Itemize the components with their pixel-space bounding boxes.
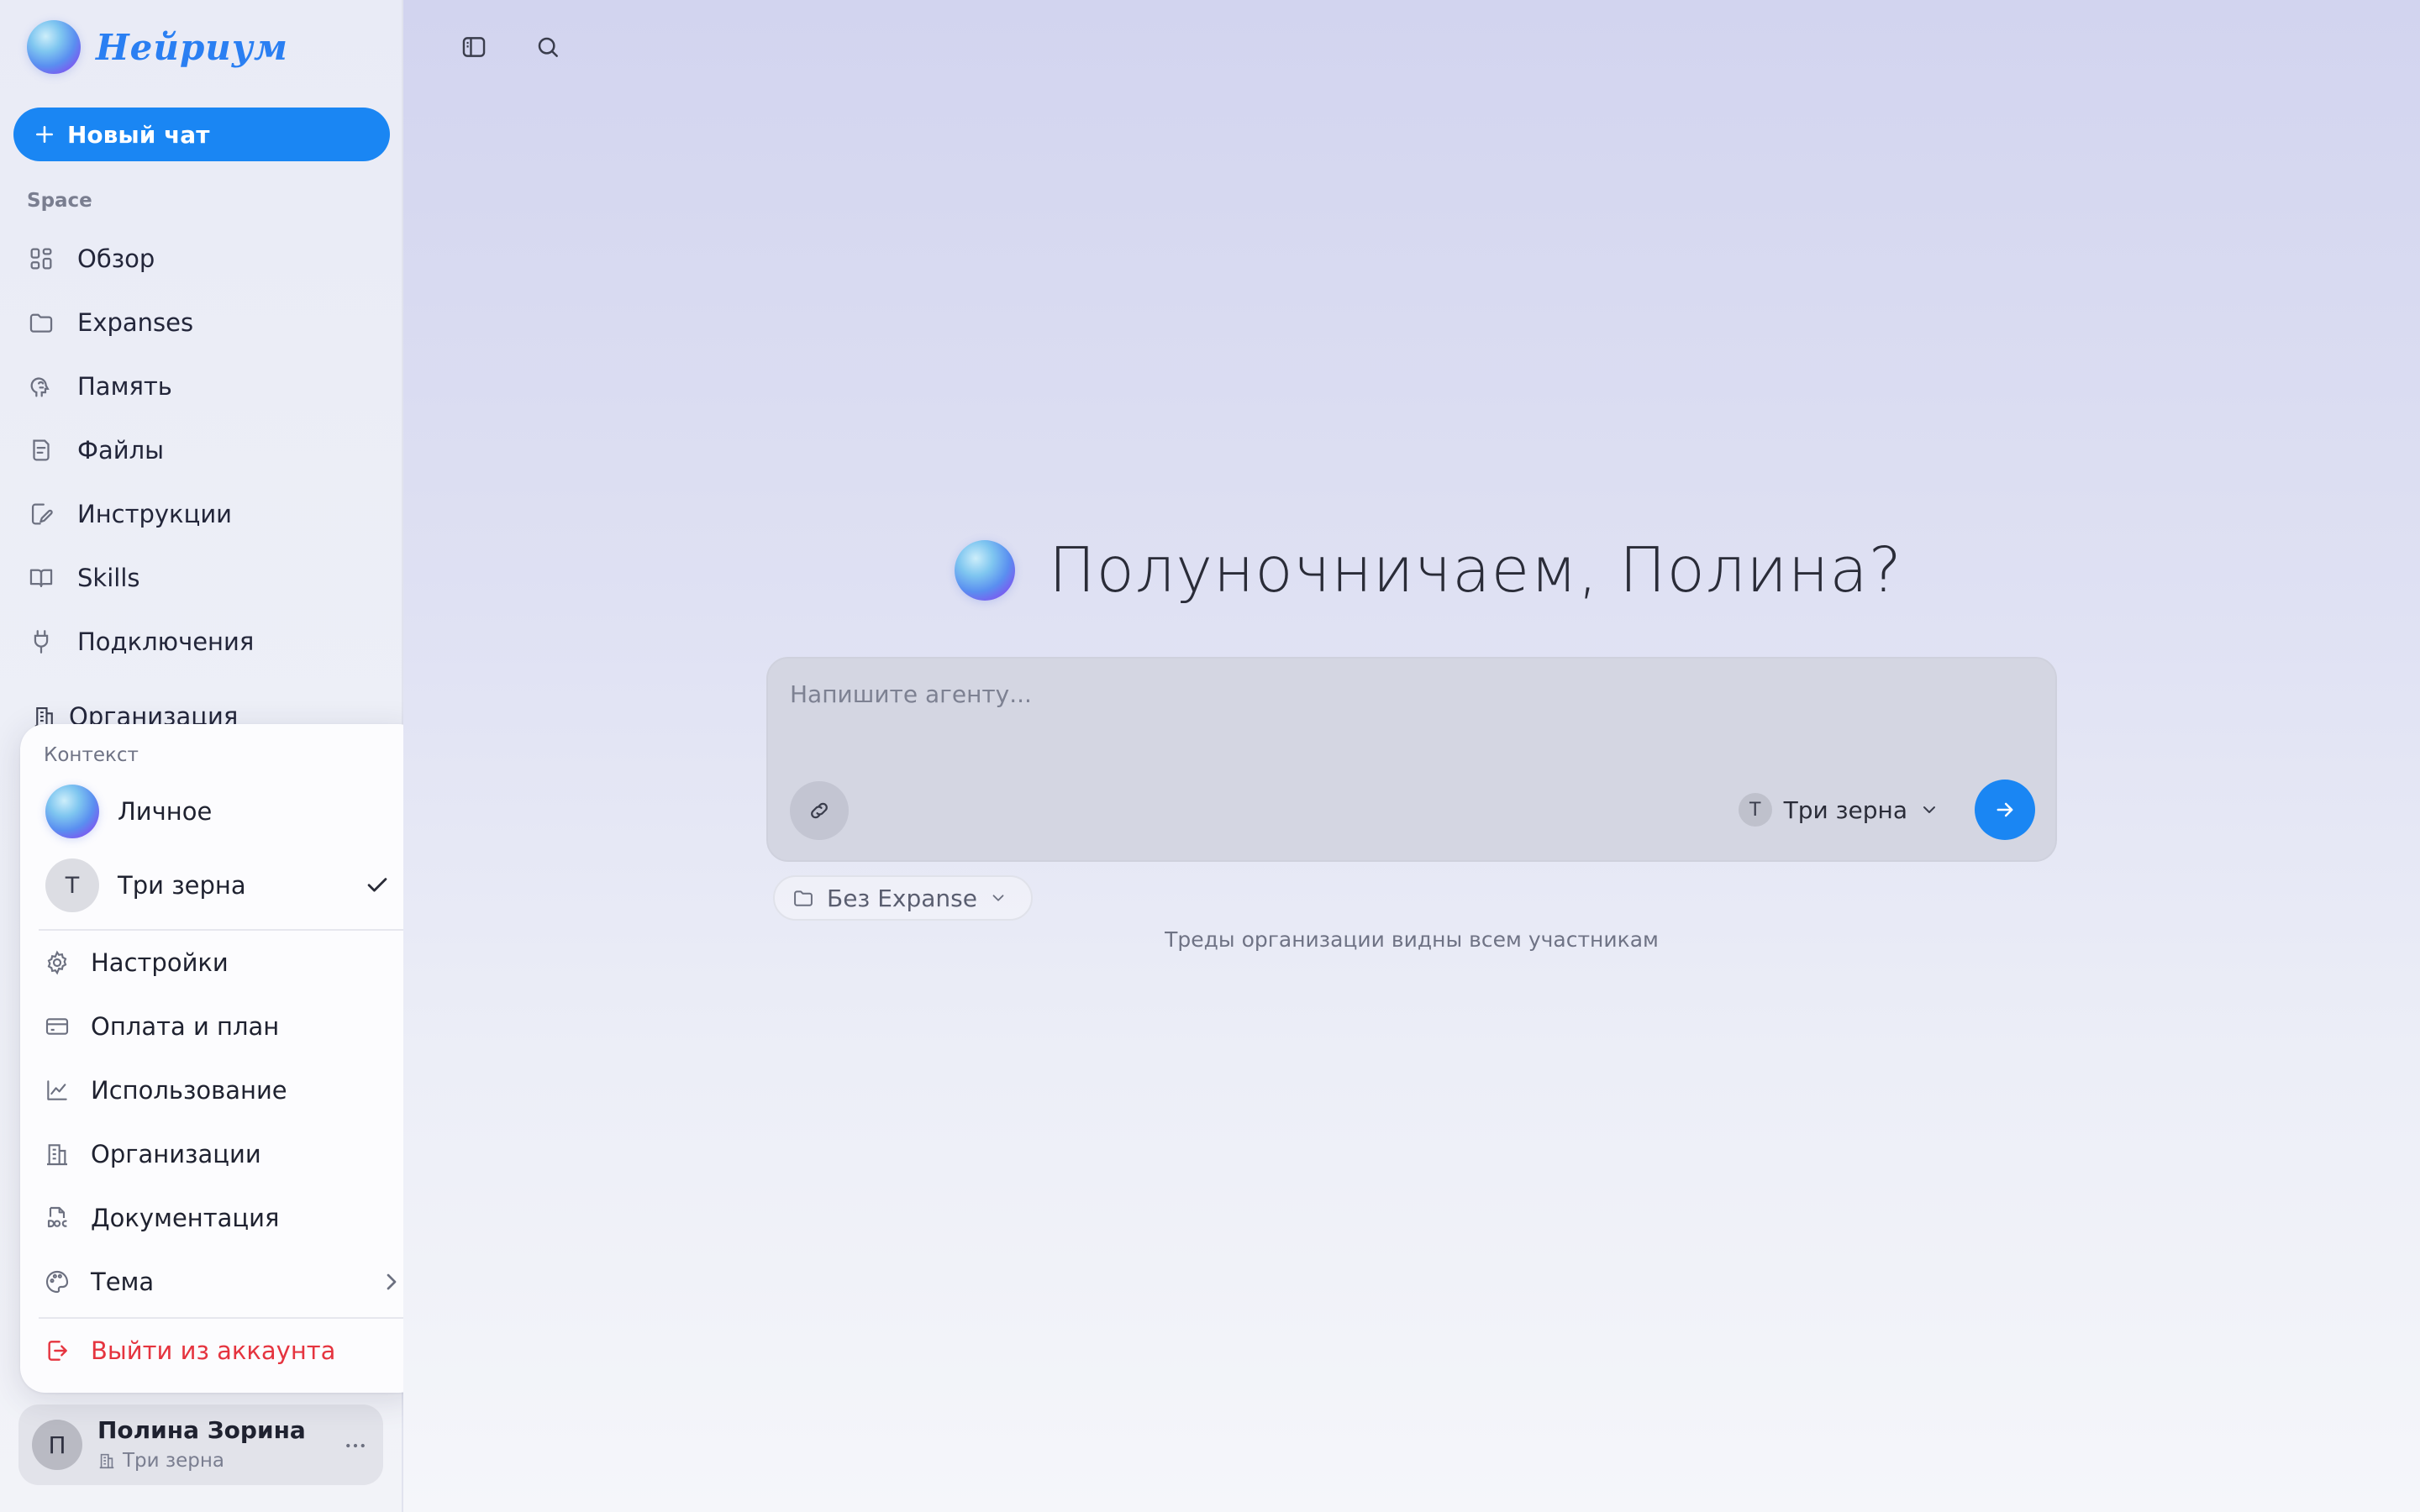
personal-orb-icon xyxy=(45,785,99,838)
greeting-text: Полуночничаем, Полина? xyxy=(1049,534,1902,606)
account-menu: Контекст Личное Т Три зерна Настройки Оп… xyxy=(20,724,424,1393)
plus-icon xyxy=(36,126,53,143)
menu-item-label: Настройки xyxy=(91,948,229,977)
context-select-label: Три зерна xyxy=(1783,795,1907,824)
user-org: Три зерна xyxy=(97,1450,224,1472)
sidebar-item-skills[interactable]: Skills xyxy=(27,546,254,610)
search-button[interactable] xyxy=(529,29,566,66)
sidebar-item-label: Подключения xyxy=(77,627,255,656)
chevron-down-icon xyxy=(1923,806,1935,813)
context-avatar: Т xyxy=(1738,793,1772,827)
context-select[interactable]: Т Три зерна xyxy=(1738,793,1939,827)
menu-item-label: Организации xyxy=(91,1140,261,1168)
user-account-button[interactable]: П Полина Зорина Три зерна xyxy=(18,1404,383,1485)
menu-item-label: Оплата и план xyxy=(91,1012,280,1041)
check-icon xyxy=(367,878,387,892)
expanse-label: Без Expanse xyxy=(827,884,977,912)
greeting: Полуночничаем, Полина? xyxy=(955,534,1902,606)
file-icon xyxy=(33,439,50,461)
attach-button[interactable] xyxy=(790,781,849,840)
folder-icon xyxy=(29,313,53,333)
context-item-tri-zerna[interactable]: Т Три зерна xyxy=(45,855,398,916)
sidebar-item-memory[interactable]: Память xyxy=(27,354,254,418)
brand-name: Нейриум xyxy=(96,26,288,68)
palette-icon xyxy=(45,1270,69,1294)
context-avatar: Т xyxy=(45,858,99,912)
context-item-personal[interactable]: Личное xyxy=(45,781,398,842)
menu-divider xyxy=(39,929,403,931)
new-chat-label: Новый чат xyxy=(67,120,210,149)
more-dots-icon[interactable] xyxy=(343,1433,368,1458)
credit-card-icon xyxy=(45,1018,69,1035)
logo-orb-icon xyxy=(27,20,81,74)
menu-item-billing[interactable]: Оплата и план xyxy=(44,1001,405,1052)
context-item-label: Личное xyxy=(118,797,213,826)
toggle-sidebar-button[interactable] xyxy=(455,29,492,66)
context-label: Контекст xyxy=(44,744,139,766)
building-small-icon xyxy=(99,1453,114,1469)
book-icon xyxy=(29,569,53,588)
brand-logo[interactable]: Нейриум xyxy=(27,20,288,74)
brain-icon xyxy=(30,377,50,397)
user-avatar: П xyxy=(32,1420,82,1470)
expanse-select[interactable]: Без Expanse xyxy=(773,875,1033,921)
context-item-label: Три зерна xyxy=(118,871,246,900)
edit-file-icon xyxy=(31,503,53,525)
chevron-down-icon xyxy=(992,895,1004,901)
menu-item-documentation[interactable]: Документация xyxy=(44,1193,405,1243)
sidebar-item-overview[interactable]: Обзор xyxy=(27,227,254,291)
arrow-right-icon xyxy=(1996,802,2013,817)
building-icon xyxy=(47,1144,67,1166)
menu-item-label: Документация xyxy=(91,1204,280,1232)
menu-item-theme[interactable]: Тема xyxy=(44,1257,405,1307)
grid-icon xyxy=(30,248,52,270)
new-chat-button[interactable]: Новый чат xyxy=(13,108,390,161)
chevron-right-icon xyxy=(387,1273,397,1290)
sidebar-item-label: Skills xyxy=(77,564,140,592)
chart-line-icon xyxy=(47,1080,67,1100)
menu-item-organizations[interactable]: Организации xyxy=(44,1129,405,1179)
app-window: Нейриум Новый чат Space Обзор Expanses П… xyxy=(0,0,2420,1512)
sidebar-item-expanses[interactable]: Expanses xyxy=(27,291,254,354)
menu-item-settings[interactable]: Настройки xyxy=(44,937,405,988)
sidebar-item-files[interactable]: Файлы xyxy=(27,418,254,482)
message-input[interactable]: Напишите агенту... xyxy=(790,680,1032,708)
sidebar-item-label: Память xyxy=(77,372,172,401)
send-button[interactable] xyxy=(1975,780,2035,840)
menu-item-label: Использование xyxy=(91,1076,287,1105)
menu-divider xyxy=(39,1317,403,1319)
sidebar-item-label: Обзор xyxy=(77,244,155,273)
paperclip-icon xyxy=(811,802,828,819)
user-org-label: Три зерна xyxy=(123,1450,225,1472)
folder-icon xyxy=(794,890,813,906)
sidebar-item-label: Expanses xyxy=(77,308,194,337)
composer: Напишите агенту... Т Три зерна xyxy=(766,657,2057,862)
plug-icon xyxy=(34,630,49,654)
sidebar-panel-icon xyxy=(462,37,486,57)
logout-icon xyxy=(48,1341,67,1361)
sidebar-item-label: Инструкции xyxy=(77,500,233,528)
menu-item-usage[interactable]: Использование xyxy=(44,1065,405,1116)
doc-icon xyxy=(47,1206,67,1228)
gear-icon xyxy=(47,950,67,975)
menu-item-label: Тема xyxy=(91,1268,155,1296)
logout-label: Выйти из аккаунта xyxy=(91,1336,336,1365)
sidebar-item-label: Файлы xyxy=(77,436,165,465)
search-icon xyxy=(538,37,558,57)
section-label: Space xyxy=(27,190,92,212)
assistant-orb-icon xyxy=(955,540,1015,601)
logout-button[interactable]: Выйти из аккаунта xyxy=(44,1326,405,1376)
sidebar-item-connections[interactable]: Подключения xyxy=(27,610,254,674)
org-visibility-hint: Треды организации видны всем участникам xyxy=(1165,927,1659,952)
sidebar-item-instructions[interactable]: Инструкции xyxy=(27,482,254,546)
user-name: Полина Зорина xyxy=(97,1416,306,1444)
sidebar-nav: Обзор Expanses Память Файлы Инструкции S… xyxy=(27,227,254,674)
